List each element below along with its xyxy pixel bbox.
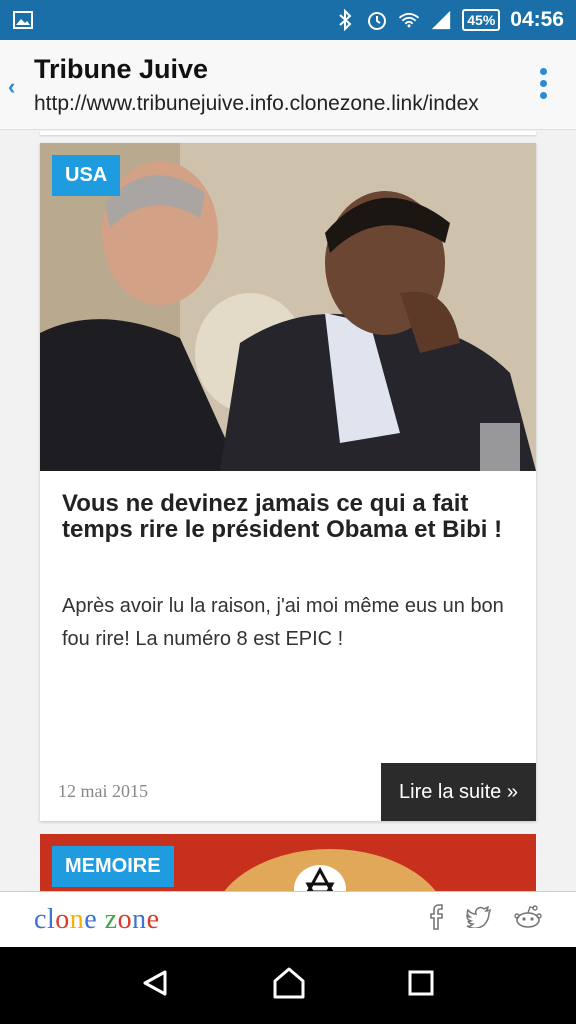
read-more-button[interactable]: Lire la suite » [381,763,536,821]
status-bar: 45% 04:56 [0,0,576,40]
browser-toolbar: ‹ Tribune Juive http://www.tribunejuive.… [0,40,576,130]
article-list[interactable]: USA Vous ne devinez jamais ce qui a fait… [0,131,576,891]
brand-letter: e [146,903,160,935]
brand-letter: o [55,903,70,935]
battery-icon: 45% [462,9,501,31]
home-icon[interactable] [272,967,306,1004]
url-text[interactable]: http://www.tribunejuive.info.clonezone.l… [34,92,479,116]
clock: 04:56 [510,8,564,31]
alarm-icon [366,9,388,31]
category-tag[interactable]: USA [52,155,121,196]
back-chevron-icon[interactable]: ‹ [8,74,15,100]
wifi-icon [398,9,420,31]
image-icon [12,9,34,31]
article-card[interactable]: USA Vous ne devinez jamais ce qui a fait… [40,143,536,821]
brand-letter: o [117,903,133,935]
brand-letter: e [84,903,98,935]
article-image[interactable]: USA [40,143,536,471]
next-article-card[interactable]: MEMOIRE [40,834,536,891]
recents-square-icon[interactable] [407,969,435,1002]
category-tag[interactable]: MEMOIRE [52,846,174,887]
bluetooth-icon [334,9,356,31]
back-triangle-icon[interactable] [141,968,171,1003]
clone-zone-logo[interactable]: clone zone [34,904,160,936]
brand-letter: c [34,903,47,935]
brand-letter [97,904,105,935]
footer-bar: clone zone [0,891,576,947]
page-title: Tribune Juive [34,54,209,84]
brand-letter: n [69,903,85,935]
article-headline[interactable]: Vous ne devinez jamais ce qui a fait tem… [62,491,522,543]
article-date: 12 mai 2015 [58,781,148,801]
brand-letter: n [132,903,147,935]
brand-letter: l [46,903,56,935]
previous-card-edge [40,131,536,135]
reddit-icon[interactable] [514,905,542,934]
facebook-icon[interactable] [428,904,444,935]
signal-icon [430,9,452,31]
article-excerpt: Après avoir lu la raison, j'ai moi même … [62,595,504,650]
android-nav-bar [0,947,576,1024]
brand-letter: z [104,903,118,935]
twitter-icon[interactable] [466,905,492,933]
overflow-menu-icon[interactable] [540,68,548,99]
